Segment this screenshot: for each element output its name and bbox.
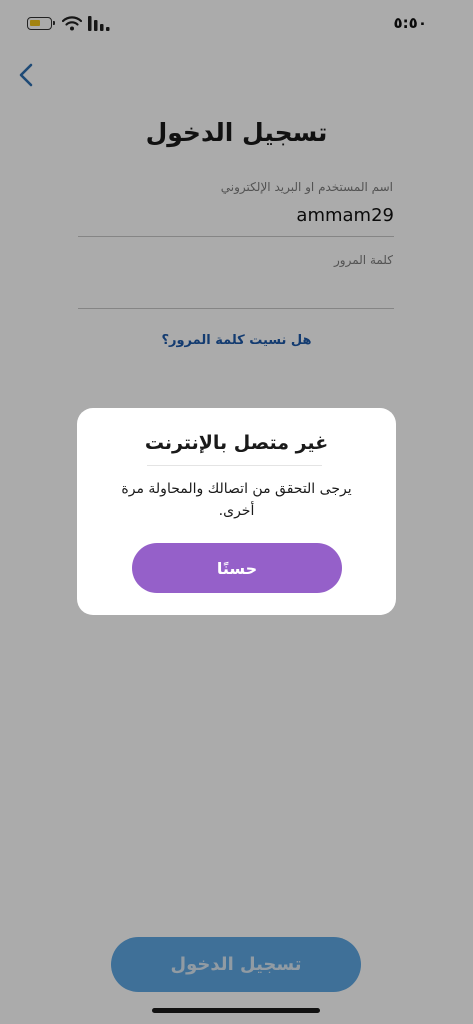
dialog-title: غير متصل بالإنترنت (144, 432, 329, 454)
login-screen: ٥:٥٠ تسجيل الدخول اسم المستخدم او البريد… (0, 0, 473, 1024)
offline-alert-dialog: غير متصل بالإنترنت يرجى التحقق من اتصالك… (77, 408, 396, 615)
dialog-divider (147, 465, 322, 466)
dialog-message: يرجى التحقق من اتصالك والمحاولة مرة أخرى… (121, 481, 352, 519)
home-indicator[interactable] (152, 1008, 320, 1013)
ok-button[interactable]: حسنًا (132, 543, 342, 593)
